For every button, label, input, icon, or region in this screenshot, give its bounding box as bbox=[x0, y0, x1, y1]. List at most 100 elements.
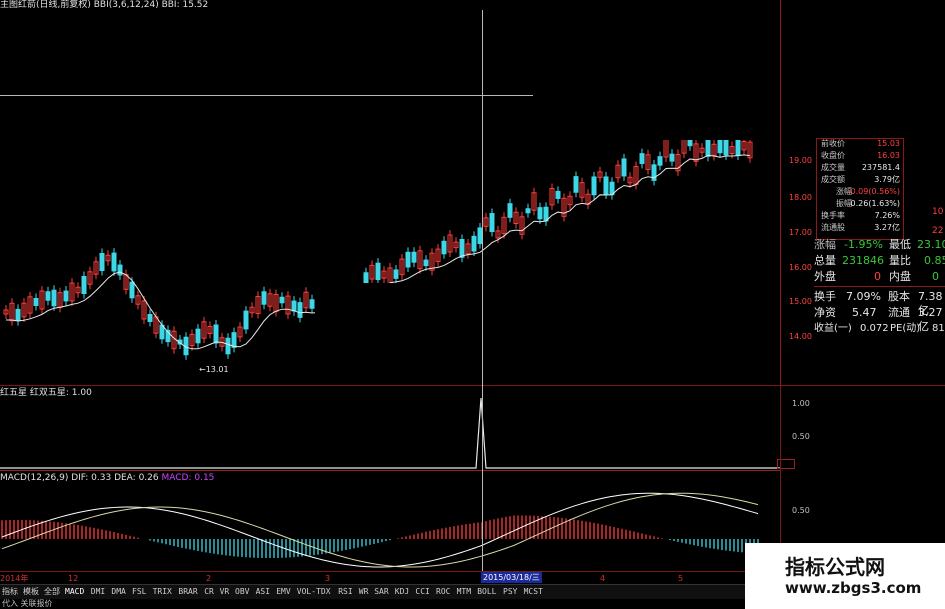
date-label: 4 bbox=[600, 574, 606, 583]
info-key: 成交额 bbox=[821, 175, 845, 184]
candle-body bbox=[621, 158, 627, 177]
candle-body bbox=[459, 238, 465, 258]
candle-body bbox=[33, 297, 39, 307]
info-big-value: 7.09% bbox=[846, 290, 881, 303]
info-edge-value: 22 bbox=[932, 226, 944, 236]
info-big-key: 股本 bbox=[888, 290, 910, 303]
date-label: 12 bbox=[68, 574, 79, 583]
price-tick: 18.00 bbox=[789, 193, 812, 202]
info-big-value: -1.95% bbox=[844, 238, 883, 251]
candle-body bbox=[51, 289, 57, 307]
info-big-key: 总量 bbox=[814, 254, 836, 267]
candle-body bbox=[543, 206, 549, 222]
sub1-tick: 0.50 bbox=[792, 432, 810, 441]
indicator-tab[interactable]: 指标 bbox=[2, 587, 18, 597]
info-value: 0.26(1.63%) bbox=[850, 199, 900, 208]
sub1-chart bbox=[0, 397, 780, 469]
candle-body bbox=[591, 176, 597, 196]
indicator-tab[interactable]: TRIX bbox=[153, 587, 172, 597]
info-value: 3.79亿 bbox=[874, 175, 900, 184]
candle-body bbox=[243, 310, 249, 330]
info-key: 流通股 bbox=[821, 223, 845, 232]
main-indicator-title: 主图红箭(日线,前复权) BBI(3,6,12,24) BBI: 15.52 bbox=[0, 0, 209, 10]
date-label: 5 bbox=[678, 574, 684, 583]
indicator-tab[interactable]: OBV bbox=[235, 587, 249, 597]
watermark-title: 指标公式网 bbox=[785, 555, 885, 579]
candle-body bbox=[411, 251, 417, 263]
indicator-tab[interactable]: ROC bbox=[436, 587, 450, 597]
indicator-tab[interactable]: BRAR bbox=[178, 587, 197, 597]
candle-body bbox=[393, 269, 399, 279]
sub1-tick: 1.00 bbox=[792, 399, 810, 408]
info-divider bbox=[814, 286, 945, 287]
signal-line bbox=[0, 397, 780, 469]
bottom-status-line: 代入 关联报价 bbox=[2, 599, 53, 608]
info-big-key: 流通 bbox=[888, 306, 910, 319]
indicator-tab[interactable]: MACD bbox=[65, 587, 84, 597]
indicator-tab[interactable]: KDJ bbox=[395, 587, 409, 597]
dif-line bbox=[1, 492, 759, 568]
candle-body bbox=[723, 137, 729, 156]
candle-body bbox=[225, 337, 231, 355]
candle-body bbox=[81, 275, 87, 295]
price-tick: 19.00 bbox=[789, 156, 812, 165]
info-big-key: 净资 bbox=[814, 306, 836, 319]
candle-body bbox=[129, 281, 135, 299]
indicator-tab[interactable]: MTM bbox=[457, 587, 471, 597]
candle-body bbox=[45, 291, 51, 301]
date-label: 3 bbox=[325, 574, 331, 583]
indicator-tab[interactable]: RSI bbox=[338, 587, 352, 597]
indicator-tab[interactable]: DMA bbox=[111, 587, 125, 597]
price-tick: 16.00 bbox=[789, 263, 812, 272]
indicator-tab[interactable]: FSL bbox=[132, 587, 146, 597]
indicator-tab[interactable]: VOL-TDX bbox=[297, 587, 331, 597]
candle-body bbox=[489, 213, 495, 233]
info-big-value: 0.072 bbox=[860, 323, 889, 334]
price-tick: 15.00 bbox=[789, 297, 812, 306]
candle-body bbox=[573, 176, 579, 193]
indicator-tab[interactable]: PSY bbox=[503, 587, 517, 597]
info-big-key: 收益(一) bbox=[814, 323, 852, 334]
indicator-tab[interactable]: 全部 bbox=[44, 587, 60, 597]
candle-body bbox=[669, 153, 675, 162]
candle-body bbox=[471, 235, 477, 252]
candle-body bbox=[375, 262, 381, 281]
macd-chart bbox=[1, 492, 759, 568]
low-price-label: ←13.01 bbox=[199, 365, 229, 374]
indicator-tab[interactable]: VR bbox=[220, 587, 230, 597]
info-key: 前收价 bbox=[821, 139, 845, 148]
info-key: 换手率 bbox=[821, 211, 845, 220]
info-big-key: 涨幅 bbox=[814, 238, 836, 251]
watermark-badge[interactable]: 指标公式网 www.zbgs3.com bbox=[745, 543, 945, 609]
info-big-value: 5.47 bbox=[852, 306, 877, 319]
macd-tick: 0.50 bbox=[792, 506, 810, 515]
candle-body bbox=[537, 207, 543, 220]
indicator-tab[interactable]: SAR bbox=[374, 587, 388, 597]
candle-body bbox=[657, 156, 663, 166]
candle-body bbox=[405, 251, 411, 268]
candle-body bbox=[279, 296, 285, 304]
indicator-tab[interactable]: ASI bbox=[256, 587, 270, 597]
indicator-tab[interactable]: CCI bbox=[415, 587, 429, 597]
info-big-key: PE(动) bbox=[890, 323, 921, 334]
indicator-tab[interactable]: MCST bbox=[524, 587, 543, 597]
dea-line bbox=[1, 492, 759, 568]
indicator-tab[interactable]: CR bbox=[204, 587, 214, 597]
indicator-tab[interactable]: WR bbox=[359, 587, 369, 597]
info-big-key: 内盘 bbox=[889, 270, 911, 283]
price-tick: 14.00 bbox=[789, 332, 812, 341]
info-value: 237581.4 bbox=[861, 163, 900, 172]
indicator-tab[interactable]: BOLL bbox=[477, 587, 496, 597]
indicator-tab[interactable]: DMI bbox=[91, 587, 105, 597]
indicator-tab[interactable]: 模板 bbox=[23, 587, 39, 597]
info-key: 成交量 bbox=[821, 163, 845, 172]
info-edge-value: 10 bbox=[932, 207, 944, 217]
info-value: 3.27亿 bbox=[874, 223, 900, 232]
candle-body bbox=[63, 290, 69, 302]
info-big-key: 换手 bbox=[814, 290, 836, 303]
info-big-value: 0 bbox=[932, 270, 939, 283]
info-value: 0.09(0.56%) bbox=[850, 187, 900, 196]
candle-body bbox=[261, 291, 267, 305]
indicator-tab[interactable]: EMV bbox=[276, 587, 290, 597]
candle-body bbox=[507, 203, 513, 218]
